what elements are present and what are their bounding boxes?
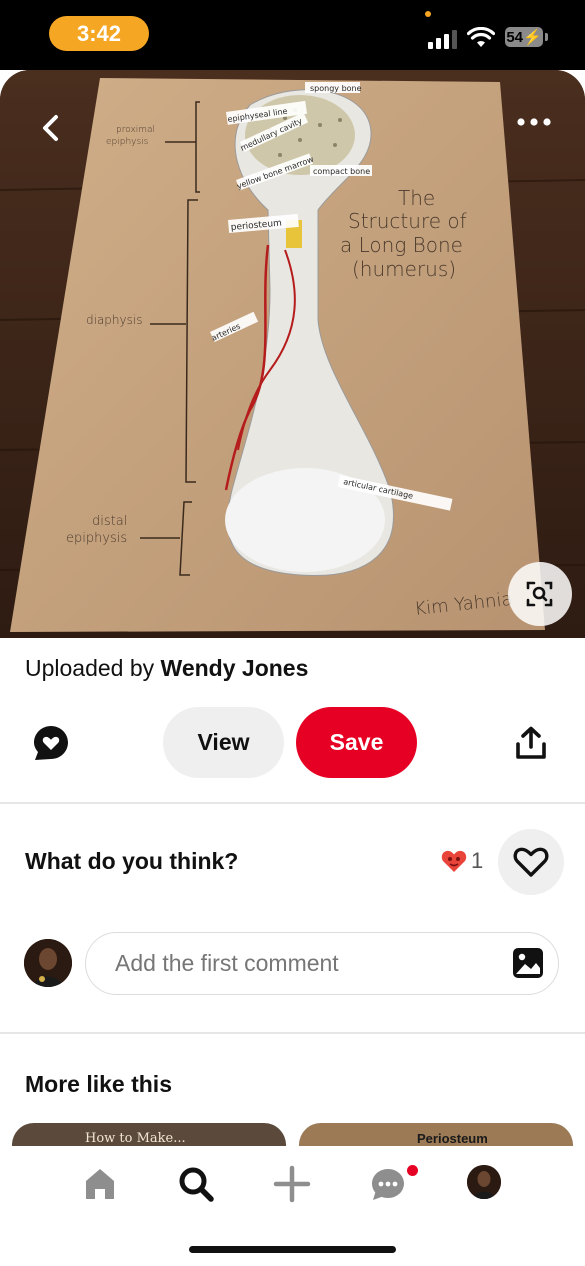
heart-eyes-reaction-icon	[441, 850, 467, 872]
divider	[0, 802, 585, 804]
uploader-line: Uploaded by Wendy Jones	[25, 655, 308, 682]
nav-search[interactable]	[174, 1162, 218, 1206]
pin-image[interactable]: spongy bone epiphyseal line medullary ca…	[0, 70, 585, 638]
notification-badge	[407, 1165, 418, 1176]
more-options-button[interactable]	[510, 108, 558, 136]
comment-input[interactable]: Add the first comment	[85, 932, 559, 995]
reaction-count: 1	[471, 848, 484, 873]
comment-placeholder: Add the first comment	[115, 950, 339, 976]
share-icon[interactable]	[515, 726, 547, 760]
uploaded-by-prefix: Uploaded by	[25, 655, 155, 681]
reaction-summary[interactable]: 1	[441, 848, 483, 874]
privacy-dot	[425, 11, 431, 17]
label-compact: compact bone	[313, 167, 370, 176]
avatar-photo	[24, 939, 72, 987]
home-icon	[86, 1169, 114, 1199]
label-proximal-1: proximal	[116, 125, 155, 135]
related-pin-caption: Periosteum	[417, 1131, 488, 1146]
poster-title-2: Structure of	[348, 209, 467, 233]
battery-indicator: 54 ⚡	[505, 27, 548, 47]
feedback-prompt: What do you think?	[25, 848, 239, 874]
related-pin-caption: How to Make...	[85, 1131, 186, 1146]
heart-outline-icon	[513, 847, 549, 877]
poster-title-3: a Long Bone	[340, 233, 463, 257]
home-indicator	[189, 1246, 396, 1253]
save-button[interactable]: Save	[296, 707, 417, 778]
label-distal-1: distal	[92, 514, 127, 529]
nav-home[interactable]	[78, 1162, 122, 1206]
uploader-name[interactable]: Wendy Jones	[161, 655, 309, 681]
avatar	[24, 939, 72, 987]
chevron-left-icon	[43, 115, 58, 141]
label-distal-2: epiphysis	[66, 531, 127, 546]
label-proximal-2: epiphysis	[106, 137, 149, 147]
status-time: 3:42	[49, 16, 149, 51]
label-spongy: spongy bone	[310, 84, 362, 93]
divider	[0, 1032, 585, 1034]
avatar-photo	[467, 1165, 501, 1199]
status-bar: 3:42 54 ⚡	[0, 0, 585, 70]
view-button[interactable]: View	[163, 707, 284, 778]
nav-messages[interactable]	[366, 1162, 410, 1206]
more-dots-icon	[517, 118, 551, 126]
comment-icon[interactable]	[32, 724, 70, 762]
react-button[interactable]	[498, 829, 564, 895]
poster-title-4: (humerus)	[352, 257, 456, 281]
plus-icon	[273, 1165, 311, 1203]
add-photo-icon[interactable]	[511, 946, 545, 980]
back-button[interactable]	[30, 108, 70, 148]
poster-title-1: The	[398, 186, 435, 210]
search-icon	[179, 1167, 214, 1202]
label-diaphysis: diaphysis	[86, 313, 142, 327]
visual-search-button[interactable]	[508, 562, 572, 626]
lens-search-icon	[526, 581, 553, 607]
more-like-this-heading: More like this	[25, 1071, 172, 1097]
wifi-icon	[467, 27, 495, 47]
nav-profile-avatar[interactable]	[467, 1165, 501, 1199]
messages-icon	[372, 1169, 404, 1200]
nav-create[interactable]	[270, 1162, 314, 1206]
bone-poster-photo: spongy bone epiphyseal line medullary ca…	[0, 70, 585, 638]
cellular-signal-icon	[428, 30, 457, 49]
